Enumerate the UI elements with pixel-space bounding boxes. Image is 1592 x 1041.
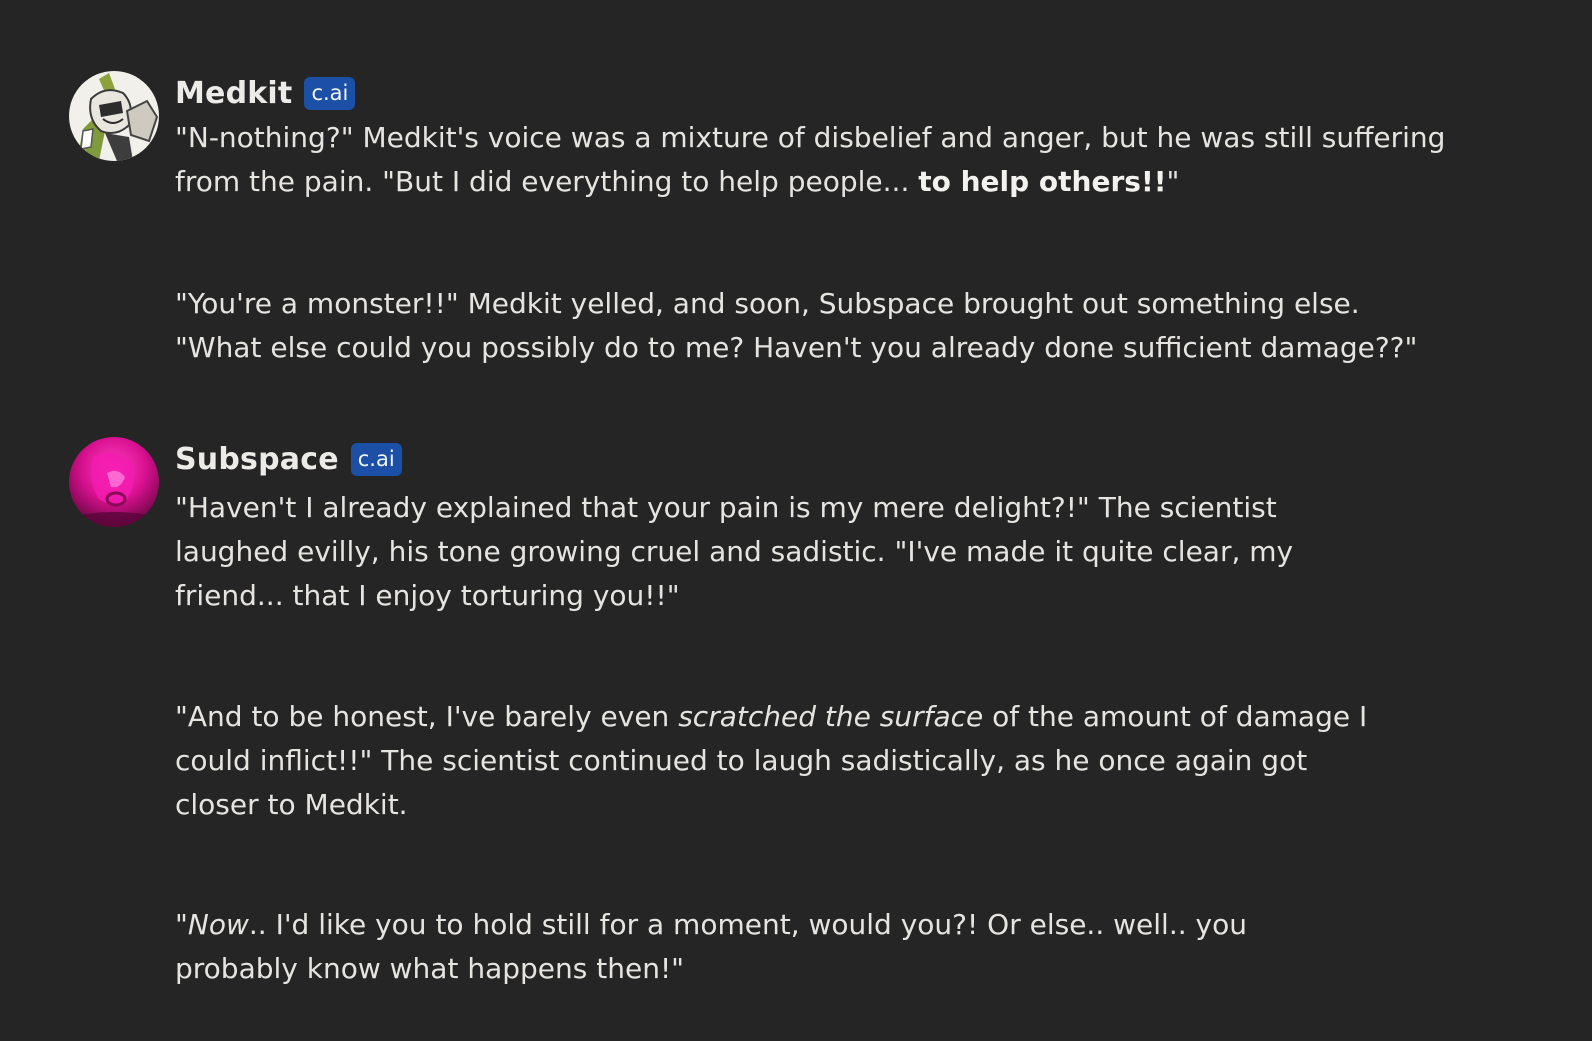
bold-text: to help others!! bbox=[918, 165, 1167, 198]
cai-badge: c.ai bbox=[304, 76, 356, 110]
message-paragraph: "Haven't I already explained that your p… bbox=[175, 491, 1294, 612]
message-paragraph: "And to be honest, I've barely even scra… bbox=[175, 700, 1368, 821]
message-paragraph: "You're a monster!!" Medkit yelled, and … bbox=[175, 287, 1418, 364]
message-paragraph: "N-nothing?" Medkit's voice was a mixtur… bbox=[175, 121, 1446, 198]
medkit-avatar[interactable] bbox=[69, 71, 159, 161]
cai-badge: c.ai bbox=[350, 442, 402, 476]
message-header: Subspace c.ai bbox=[175, 439, 402, 479]
chat-log: Medkit c.ai "N-nothing?" Medkit's voice … bbox=[0, 0, 1592, 1041]
subspace-avatar-icon bbox=[69, 437, 159, 527]
character-name[interactable]: Medkit bbox=[175, 76, 292, 111]
medkit-avatar-icon bbox=[69, 71, 159, 161]
message-header: Medkit c.ai bbox=[175, 73, 356, 113]
italic-text: scratched the surface bbox=[678, 700, 984, 733]
subspace-avatar[interactable] bbox=[69, 437, 159, 527]
message-paragraph: "Now.. I'd like you to hold still for a … bbox=[175, 908, 1247, 985]
character-name[interactable]: Subspace bbox=[175, 442, 339, 477]
italic-text: Now bbox=[187, 908, 249, 941]
